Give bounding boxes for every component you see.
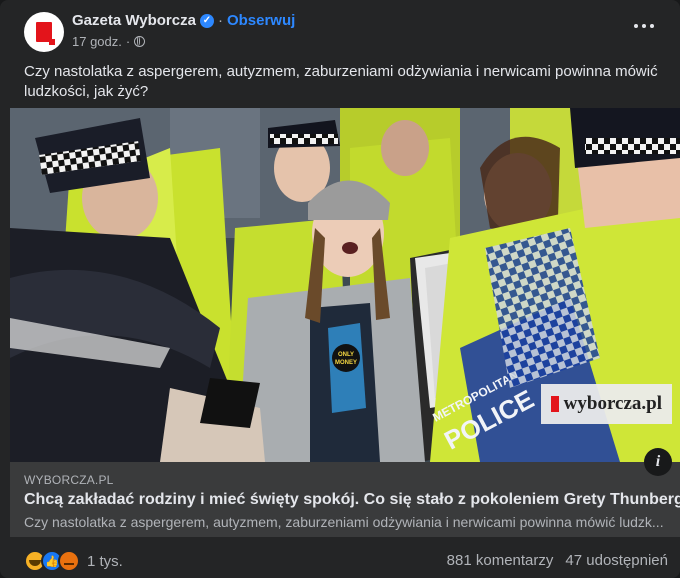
svg-text:ONLY: ONLY: [338, 352, 354, 358]
post-image[interactable]: ONLY MONEY POLICE METROPOLITAN wyborcza.…: [10, 108, 680, 462]
post-stats: 881 komentarzy 47 udostępnień: [447, 552, 668, 569]
reaction-count[interactable]: 1 tys.: [87, 553, 123, 570]
reactions-summary[interactable]: 👍 1 tys.: [24, 550, 123, 572]
svg-text:MONEY: MONEY: [335, 360, 357, 366]
meta-separator: ·: [125, 34, 131, 49]
post-time[interactable]: 17 godz.: [72, 34, 122, 49]
post-card: Gazeta Wyborcza ✓ · Obserwuj 17 godz. · …: [0, 0, 680, 578]
header-separator: ·: [217, 12, 223, 29]
more-horizontal-icon[interactable]: [632, 18, 656, 34]
follow-button[interactable]: Obserwuj: [227, 12, 295, 29]
post-footer: 👍 1 tys. 881 komentarzy 47 udostępnień: [24, 548, 668, 574]
watermark-text: wyborcza.pl: [563, 393, 662, 414]
link-description: Czy nastolatka z aspergerem, autyzmem, z…: [24, 514, 664, 530]
comments-count[interactable]: 881 komentarzy: [447, 552, 554, 569]
post-meta: 17 godz. ·: [72, 34, 146, 49]
wyborcza-mark-icon: [550, 396, 559, 412]
verified-badge-icon: ✓: [199, 13, 214, 28]
angry-reaction-icon: [58, 550, 80, 572]
link-headline[interactable]: Chcą zakładać rodziny i mieć święty spok…: [24, 491, 680, 509]
shares-count[interactable]: 47 udostępnień: [565, 552, 668, 569]
page-name-row: Gazeta Wyborcza ✓ · Obserwuj: [72, 12, 295, 29]
globe-icon: [134, 36, 146, 47]
link-domain: WYBORCZA.PL: [24, 473, 114, 487]
info-icon[interactable]: i: [644, 448, 672, 476]
page-name[interactable]: Gazeta Wyborcza: [72, 12, 196, 29]
wyborcza-watermark: wyborcza.pl: [540, 384, 672, 424]
post-header: Gazeta Wyborcza ✓ · Obserwuj 17 godz. ·: [24, 12, 668, 56]
post-text: Czy nastolatka z aspergerem, autyzmem, z…: [24, 63, 658, 100]
link-preview-card[interactable]: i WYBORCZA.PL Chcą zakładać rodziny i mi…: [10, 448, 680, 537]
page-avatar[interactable]: [24, 12, 64, 52]
gazeta-logo-icon: [36, 22, 55, 45]
